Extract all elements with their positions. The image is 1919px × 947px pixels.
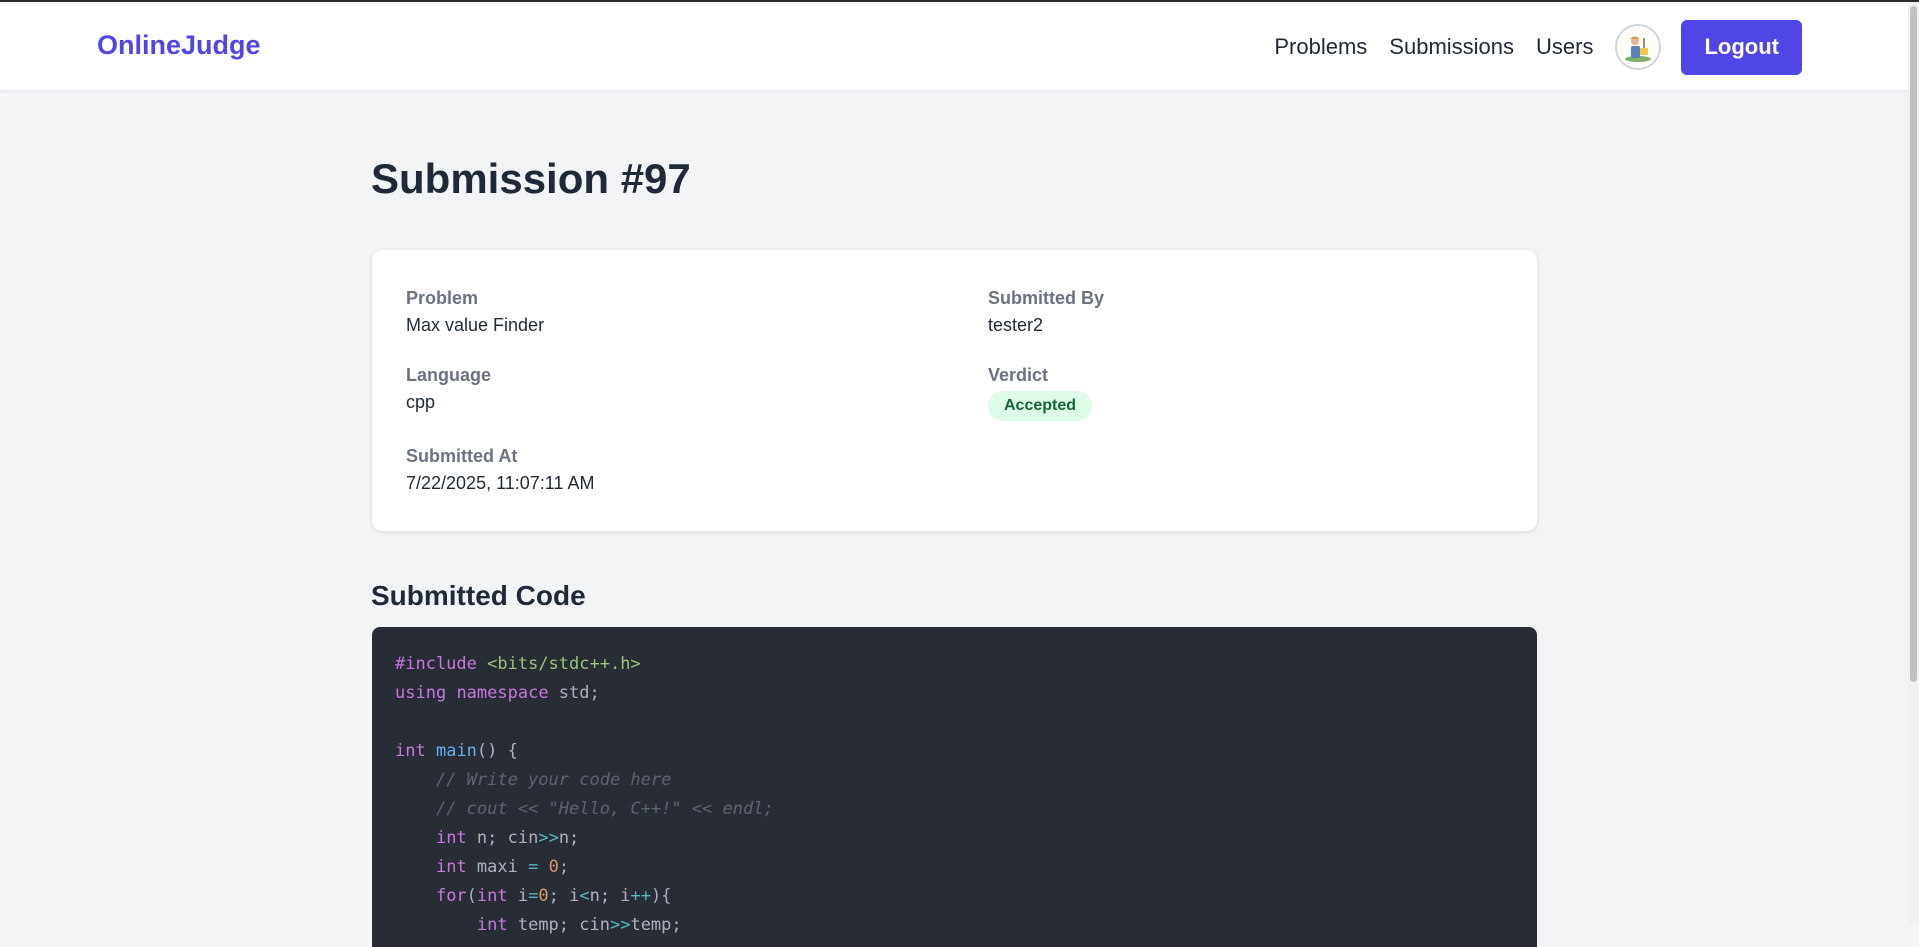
code-token: n;	[558, 828, 580, 848]
code-token: ){	[651, 886, 672, 906]
verdict-status-badge: Accepted	[988, 391, 1093, 421]
code-token: using	[395, 683, 447, 703]
code-token: =	[528, 857, 539, 877]
code-token: #include	[395, 654, 477, 674]
code-token: 0	[548, 857, 559, 877]
field-submitted-by-value: tester2	[988, 315, 1044, 335]
field-submitted-at-value: 7/22/2025, 11:07:11 AM	[406, 473, 595, 493]
code-token: ++	[630, 886, 652, 906]
field-language-value: cpp	[406, 392, 436, 412]
code-token: int	[476, 915, 508, 935]
code-token: () {	[476, 741, 518, 761]
brand-logo-link[interactable]: OnlineJudge	[97, 30, 261, 61]
code-viewer[interactable]: #include <bits/stdc++.h> using namespace …	[372, 627, 1537, 947]
code-line: // Write your code here	[395, 766, 1514, 795]
field-submitted-at-label: Submitted At	[406, 446, 518, 466]
field-verdict-label: Verdict	[988, 365, 1049, 385]
field-submitted-by: Submitted By tester2	[988, 287, 1104, 336]
code-token: // Write your code here	[435, 770, 672, 790]
code-token: // cout << "Hello, C++!" << endl;	[435, 799, 774, 819]
code-token: std;	[548, 683, 600, 703]
page-title: Submission #97	[371, 155, 691, 202]
nav-link-users[interactable]: Users	[1536, 34, 1593, 60]
field-submitted-at: Submitted At 7/22/2025, 11:07:11 AM	[406, 445, 594, 494]
code-token: =	[528, 886, 539, 906]
code-line: int maxi = 0;	[395, 853, 1514, 882]
logout-button[interactable]: Logout	[1681, 19, 1802, 75]
field-verdict: Verdict Accepted	[988, 364, 1093, 421]
code-token: ; i	[548, 886, 580, 906]
code-line: int main() {	[395, 737, 1514, 766]
code-token: <bits/stdc++.h>	[487, 654, 641, 674]
code-line: // cout << "Hello, C++!" << endl;	[395, 795, 1514, 824]
code-token: <	[579, 886, 590, 906]
code-line: for(int i=0; i<n; i++){	[395, 882, 1514, 911]
page-scrollbar[interactable]	[1908, 2, 1919, 924]
field-language: Language cpp	[406, 364, 491, 413]
code-token: int	[435, 857, 467, 877]
field-problem-value: Max value Finder	[406, 315, 545, 335]
code-token: ;	[558, 857, 570, 877]
submission-details-card: Problem Max value Finder Submitted By te…	[372, 250, 1537, 531]
nav-link-submissions[interactable]: Submissions	[1389, 34, 1514, 60]
field-problem-label: Problem	[406, 288, 479, 308]
code-line: #include <bits/stdc++.h>	[395, 650, 1514, 679]
user-avatar-icon[interactable]	[1615, 24, 1662, 70]
code-token: temp;	[630, 915, 682, 935]
field-language-label: Language	[406, 365, 492, 385]
navbar: OnlineJudge Problems Submissions Users L…	[0, 2, 1908, 90]
code-token: int	[435, 828, 467, 848]
scrollbar-thumb[interactable]	[1910, 6, 1917, 682]
nav-links: Problems Submissions Users Logout	[1274, 19, 1802, 75]
code-token: (	[466, 886, 477, 906]
code-token: int	[476, 886, 508, 906]
submitted-code-heading: Submitted Code	[371, 580, 586, 611]
code-token: i	[507, 886, 529, 906]
code-token: int	[395, 741, 426, 761]
code-token: n; i	[589, 886, 631, 906]
field-submitted-by-label: Submitted By	[988, 288, 1105, 308]
nav-link-problems[interactable]: Problems	[1274, 34, 1367, 60]
code-token: main	[435, 741, 477, 761]
code-line: int n; cin>>n;	[395, 824, 1514, 853]
code-line: using namespace std;	[395, 679, 1514, 708]
code-token: temp; cin	[507, 915, 610, 935]
code-token: >>	[609, 915, 631, 935]
code-token: n; cin	[466, 828, 539, 848]
code-token: namespace	[456, 683, 549, 703]
code-token: 0	[538, 886, 549, 906]
code-token: for	[435, 886, 467, 906]
code-token: >>	[538, 828, 559, 848]
code-line: int temp; cin>>temp;	[395, 911, 1514, 940]
code-token: maxi	[466, 857, 529, 877]
field-problem: Problem Max value Finder	[406, 287, 544, 336]
